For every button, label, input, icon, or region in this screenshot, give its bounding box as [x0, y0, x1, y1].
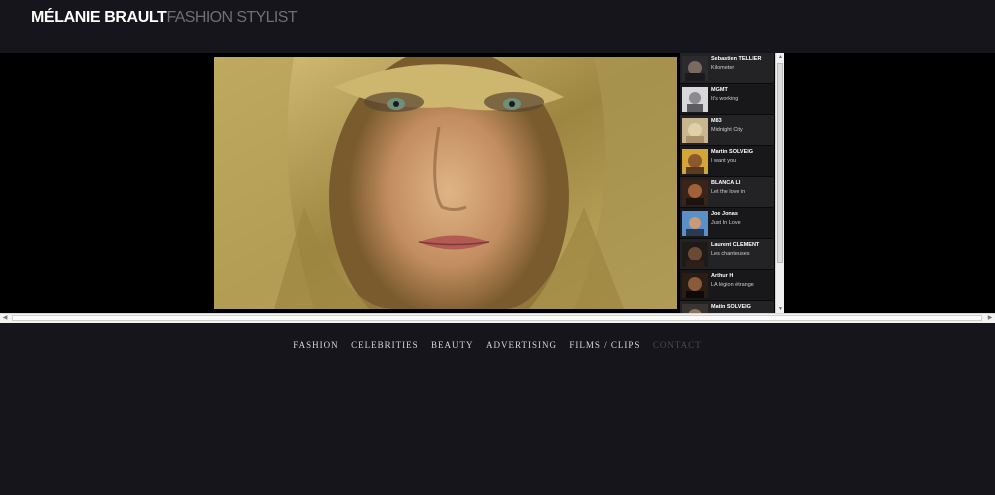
playlist-item[interactable]: Sebastien TELLIER Kilometer [680, 53, 774, 84]
playlist-artist: Matin SOLVEIG [711, 304, 751, 310]
scroll-up-icon[interactable]: ▲ [777, 53, 784, 61]
scroll-left-icon[interactable]: ◀ [0, 314, 10, 323]
thumbnail-image [682, 56, 708, 81]
site-logo[interactable]: MÉLANIE BRAULTFASHION STYLIST [31, 8, 298, 28]
thumbnail-image [682, 87, 708, 112]
playlist-scrollbar[interactable]: ▲ ▼ [775, 53, 784, 313]
playlist-song: Les chanteuses [711, 251, 750, 257]
playlist-song: Let the love in [711, 189, 746, 195]
site-header: MÉLANIE BRAULTFASHION STYLIST [0, 0, 995, 53]
nav-contact[interactable]: CONTACT [653, 340, 702, 350]
thumbnail-image [682, 304, 708, 313]
playlist-artist: Arthur H [711, 273, 734, 279]
brand-subtitle: FASHION STYLIST [166, 9, 298, 26]
scroll-right-icon[interactable]: ▶ [985, 314, 995, 323]
playlist-item[interactable]: Arthur H LA légion étrange [680, 270, 774, 301]
playlist-song: Kilometer [711, 65, 735, 71]
scroll-down-icon[interactable]: ▼ [777, 305, 784, 313]
thumbnail-image [682, 273, 708, 298]
playlist-item[interactable]: Laurent CLEMENT Les chanteuses [680, 239, 774, 270]
thumbnail-image [682, 118, 708, 143]
playlist-item[interactable]: M83 Midnight City [680, 115, 774, 146]
playlist-item[interactable]: BLANCA LI Let the love in [680, 177, 774, 208]
playlist-artist: Laurent CLEMENT [711, 242, 760, 248]
playlist-song: Just In Love [711, 220, 741, 226]
playlist-artist: BLANCA LI [711, 180, 741, 186]
playlist-song: It's working [711, 96, 739, 102]
playlist-song: I want you [711, 158, 737, 164]
playlist-artist: Sebastien TELLIER [711, 56, 762, 62]
playlist-item[interactable]: Joe Jonas Just In Love [680, 208, 774, 239]
scrollbar-thumb[interactable] [12, 315, 982, 321]
playlist-artist: Martin SOLVEIG [711, 149, 754, 155]
brand-name: MÉLANIE BRAULT [31, 9, 167, 26]
main-navigation: FASHION CELEBRITIES BEAUTY ADVERTISING F… [0, 335, 995, 353]
video-player[interactable] [214, 57, 677, 309]
horizontal-scrollbar[interactable]: ◀ ▶ [0, 313, 995, 323]
playlist-item[interactable]: Martin SOLVEIG I want you [680, 146, 774, 177]
thumbnail-image [682, 180, 708, 205]
nav-celebrities[interactable]: CELEBRITIES [351, 340, 419, 350]
nav-advertising[interactable]: ADVERTISING [486, 340, 557, 350]
playlist-artist: Joe Jonas [711, 211, 738, 217]
playlist-song: Midnight City [711, 127, 743, 133]
scrollbar-thumb[interactable] [777, 63, 783, 263]
thumbnail-image [682, 149, 708, 174]
playlist: Sebastien TELLIER Kilometer MGMT It's wo… [680, 53, 774, 313]
thumbnail-image [682, 242, 708, 267]
thumbnail-image [682, 211, 708, 236]
playlist-artist: MGMT [711, 87, 728, 93]
video-frame-image [214, 57, 677, 309]
playlist-item[interactable]: MGMT It's working [680, 84, 774, 115]
nav-films-clips[interactable]: FILMS / CLIPS [569, 340, 640, 350]
nav-fashion[interactable]: FASHION [293, 340, 338, 350]
playlist-song: LA légion étrange [711, 282, 754, 288]
playlist-artist: M83 [711, 118, 722, 124]
video-stage: Sebastien TELLIER Kilometer MGMT It's wo… [0, 53, 995, 313]
nav-beauty[interactable]: BEAUTY [431, 340, 474, 350]
playlist-item[interactable]: Matin SOLVEIG [680, 301, 774, 313]
